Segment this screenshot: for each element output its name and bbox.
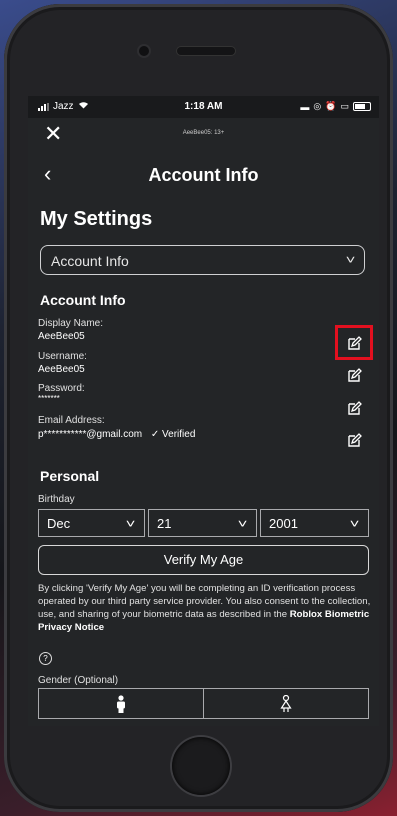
edit-password-icon[interactable] <box>346 401 362 417</box>
birthday-day-select[interactable]: 21 ˅ <box>148 509 257 537</box>
birthday-year-select[interactable]: 2001 ˅ <box>260 509 369 537</box>
settings-category-dropdown[interactable]: Account Info ˅ <box>40 245 365 275</box>
chevron-down-icon: ˅ <box>345 253 356 267</box>
verified-check-icon: ✓ <box>150 429 160 440</box>
personal-heading: Personal <box>40 468 100 484</box>
page-header: ‹ Account Info <box>28 152 379 198</box>
password-value: ******* <box>38 394 60 403</box>
dropdown-value: Account Info <box>51 253 129 269</box>
birthday-label: Birthday <box>38 494 75 505</box>
gender-female-option[interactable] <box>203 689 368 718</box>
female-icon <box>280 694 292 712</box>
gender-label: Gender (Optional) <box>38 675 119 686</box>
screen-mirror-icon: ▭ <box>340 101 349 111</box>
month-value: Dec <box>47 516 71 531</box>
account-info-heading: Account Info <box>40 292 126 308</box>
battery-icon <box>353 102 371 111</box>
verified-label: Verified <box>162 429 196 440</box>
status-bar: Jazz 1:18 AM ▬ ◎ ⏰ ▭ <box>28 96 379 118</box>
email-row: p***********@gmail.com ✓ Verified <box>38 429 195 440</box>
edit-username-icon[interactable] <box>346 368 362 384</box>
gender-male-option[interactable] <box>39 689 203 718</box>
male-icon <box>117 694 125 713</box>
alarm-icon: ⏰ <box>325 101 337 111</box>
display-name-label: Display Name: <box>38 318 104 329</box>
phone-frame: Jazz 1:18 AM ▬ ◎ ⏰ ▭ ✕ AeeBee05: 13+ ‹ A… <box>4 4 393 812</box>
chevron-down-icon: ˅ <box>125 517 136 531</box>
front-camera <box>139 46 149 56</box>
birthday-month-select[interactable]: Dec ˅ <box>38 509 145 537</box>
verification-disclaimer: By clicking 'Verify My Age' you will be … <box>38 582 372 634</box>
edit-email-icon[interactable] <box>346 433 362 449</box>
edit-highlight-box <box>335 325 373 360</box>
verify-age-button[interactable]: Verify My Age <box>38 545 369 575</box>
chevron-down-icon: ˅ <box>349 517 360 531</box>
home-button[interactable] <box>172 737 230 795</box>
help-icon[interactable]: ? <box>39 652 52 665</box>
gender-selector <box>38 688 369 719</box>
bed-icon: ▬ <box>300 101 310 112</box>
top-bar: ✕ AeeBee05: 13+ <box>28 118 379 152</box>
display-name-value: AeeBee05 <box>38 331 85 342</box>
lock-rotation-icon: ◎ <box>313 101 322 111</box>
app-screen: Jazz 1:18 AM ▬ ◎ ⏰ ▭ ✕ AeeBee05: 13+ ‹ A… <box>28 96 379 726</box>
password-label: Password: <box>38 383 85 394</box>
year-value: 2001 <box>269 516 298 531</box>
username-value: AeeBee05 <box>38 364 85 375</box>
day-value: 21 <box>157 516 172 531</box>
page-title: Account Info <box>148 165 259 185</box>
email-label: Email Address: <box>38 415 105 426</box>
username-label: Username: <box>38 351 87 362</box>
username-tag: AeeBee05: 13+ <box>182 130 225 136</box>
settings-title: My Settings <box>40 208 153 230</box>
chevron-down-icon: ˅ <box>237 517 248 531</box>
earpiece-speaker <box>177 47 235 55</box>
email-value: p***********@gmail.com <box>38 429 143 440</box>
